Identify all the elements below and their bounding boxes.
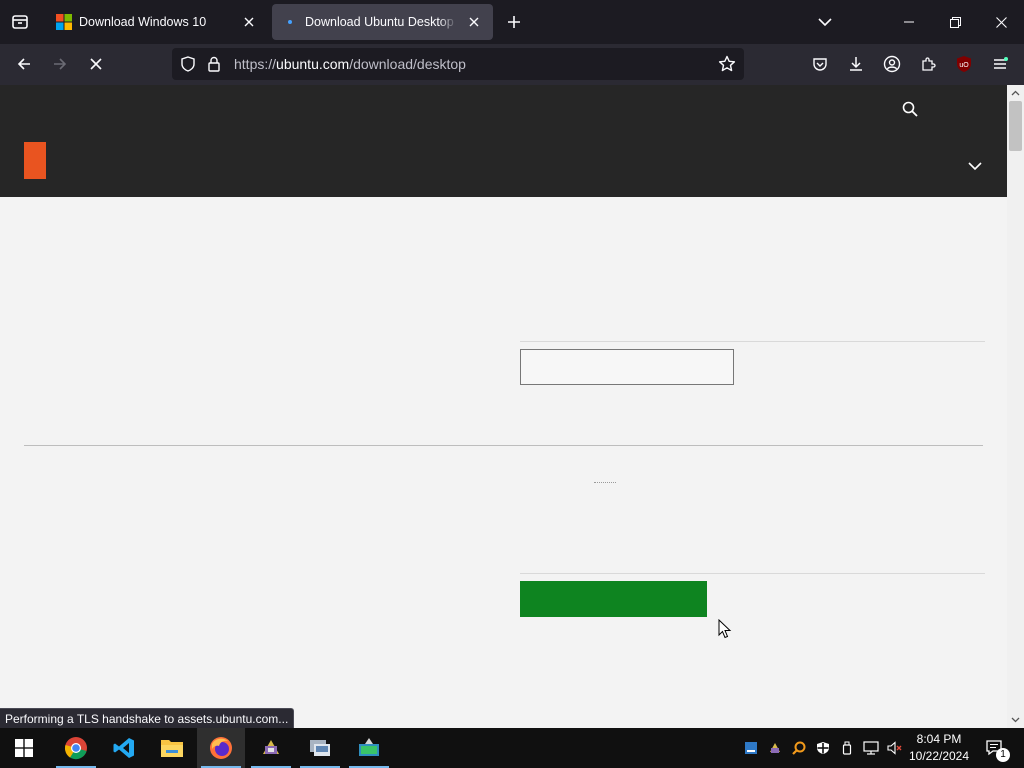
restore-icon [949, 16, 961, 28]
ubuntu-logo-tag[interactable] [24, 142, 46, 179]
download-button[interactable] [520, 581, 707, 617]
hamburger-menu-icon [994, 57, 1008, 69]
close-window-button[interactable] [978, 0, 1024, 44]
status-panel: Performing a TLS handshake to assets.ubu… [0, 708, 295, 728]
address-bar[interactable]: https://ubuntu.com/download/desktop [172, 48, 744, 80]
firefox-view-icon [12, 15, 28, 29]
tray-volume-muted-icon[interactable] [884, 728, 906, 768]
url-text[interactable]: https://ubuntu.com/download/desktop [234, 48, 466, 80]
account-icon [883, 55, 901, 73]
divider [520, 573, 985, 574]
tab-close-icon[interactable] [465, 13, 483, 31]
windows-taskbar: 8:04 PM 10/22/2024 1 [0, 728, 1024, 768]
back-button[interactable] [8, 48, 40, 80]
restore-button[interactable] [932, 0, 978, 44]
minimize-button[interactable] [886, 0, 932, 44]
divider [520, 341, 985, 342]
page-content [0, 85, 1007, 728]
minimize-icon [904, 21, 914, 23]
tray-security-icon[interactable] [812, 728, 834, 768]
tray-network-icon[interactable] [860, 728, 882, 768]
page-scrollbar[interactable] [1007, 85, 1024, 728]
windows-logo-icon [56, 14, 72, 30]
list-all-tabs-button[interactable] [809, 6, 841, 38]
terminal-tool-icon [359, 738, 379, 756]
app-menu-button[interactable] [984, 48, 1016, 80]
tab-download-windows[interactable]: Download Windows 10 [46, 4, 268, 40]
pocket-button[interactable] [804, 48, 836, 80]
navigation-toolbar: https://ubuntu.com/download/desktop uO 3 [0, 44, 1024, 106]
puzzle-icon [922, 57, 936, 71]
tab-title: Download Windows 10 [79, 15, 207, 29]
scroll-thumb[interactable] [1009, 101, 1022, 151]
firefox-icon [210, 737, 232, 759]
new-tab-button[interactable] [498, 6, 530, 38]
plus-icon [508, 16, 520, 28]
site-search-button[interactable] [896, 95, 924, 123]
chevron-down-icon [818, 18, 832, 27]
search-icon [902, 101, 918, 117]
pocket-icon [813, 58, 827, 71]
tab-close-icon[interactable] [240, 13, 258, 31]
divider [24, 445, 983, 446]
taskbar-chrome[interactable] [52, 728, 100, 768]
taskbar-terminal-tool[interactable] [345, 728, 393, 768]
svg-text:uO: uO [959, 62, 969, 69]
scroll-down-icon[interactable] [1007, 712, 1024, 728]
url-scheme: https:// [234, 56, 277, 72]
download-icon [850, 57, 862, 71]
secondary-download-button[interactable] [520, 349, 734, 385]
loading-dot-icon [282, 14, 298, 30]
mouse-cursor-icon [718, 619, 732, 639]
stop-loading-button[interactable] [80, 48, 112, 80]
account-button[interactable] [876, 48, 908, 80]
arrow-left-icon [17, 58, 30, 70]
tray-usb-icon[interactable] [836, 728, 858, 768]
tracking-protection-icon[interactable] [180, 56, 196, 72]
stop-icon [90, 58, 102, 70]
ubuntu-site-header [0, 85, 1007, 197]
tray-winrar-icon[interactable] [764, 728, 786, 768]
tab-download-ubuntu[interactable]: Download Ubuntu Desktop | Ubuntu [272, 4, 493, 40]
clock-date: 10/22/2024 [908, 749, 970, 763]
file-explorer-icon [161, 740, 183, 757]
url-path: /download/desktop [349, 56, 466, 72]
close-icon [995, 16, 1007, 28]
ublock-origin-button[interactable]: uO [948, 48, 980, 80]
tab-strip: Download Windows 10 Download Ubuntu Desk… [0, 0, 1024, 44]
action-center-button[interactable]: 1 [980, 728, 1010, 768]
scroll-up-icon[interactable] [1007, 85, 1024, 101]
url-host: ubuntu.com [276, 56, 350, 72]
vscode-icon [113, 738, 134, 758]
downloads-button[interactable] [840, 48, 872, 80]
bookmark-star-icon[interactable] [718, 55, 736, 73]
tray-search-tool-icon[interactable] [788, 728, 810, 768]
extensions-button[interactable] [912, 48, 944, 80]
forward-button[interactable] [44, 48, 76, 80]
firefox-view-button[interactable] [4, 6, 36, 38]
taskbar-clock[interactable]: 8:04 PM 10/22/2024 [904, 731, 974, 765]
start-button[interactable] [0, 728, 48, 768]
tab-title: Download Ubuntu Desktop | Ubuntu [305, 15, 457, 29]
taskbar-vscode[interactable] [100, 728, 148, 768]
ublock-origin-icon: uO [957, 56, 971, 72]
lock-icon[interactable] [207, 56, 221, 72]
clock-time: 8:04 PM [916, 732, 962, 746]
taskbar-firefox[interactable] [197, 728, 245, 768]
chrome-icon [64, 737, 87, 760]
tray-app-icon[interactable] [740, 728, 762, 768]
taskbar-network-tool[interactable] [296, 728, 344, 768]
chevron-down-icon [968, 161, 982, 170]
network-tool-icon [310, 740, 330, 756]
site-menu-toggle[interactable] [962, 153, 988, 179]
dotted-placeholder [594, 482, 616, 483]
arrow-right-icon [54, 58, 67, 70]
taskbar-file-explorer[interactable] [148, 728, 196, 768]
notification-count-badge: 1 [996, 748, 1010, 762]
windows-start-icon [15, 739, 33, 757]
winrar-icon [263, 740, 279, 754]
taskbar-winrar[interactable] [247, 728, 295, 768]
